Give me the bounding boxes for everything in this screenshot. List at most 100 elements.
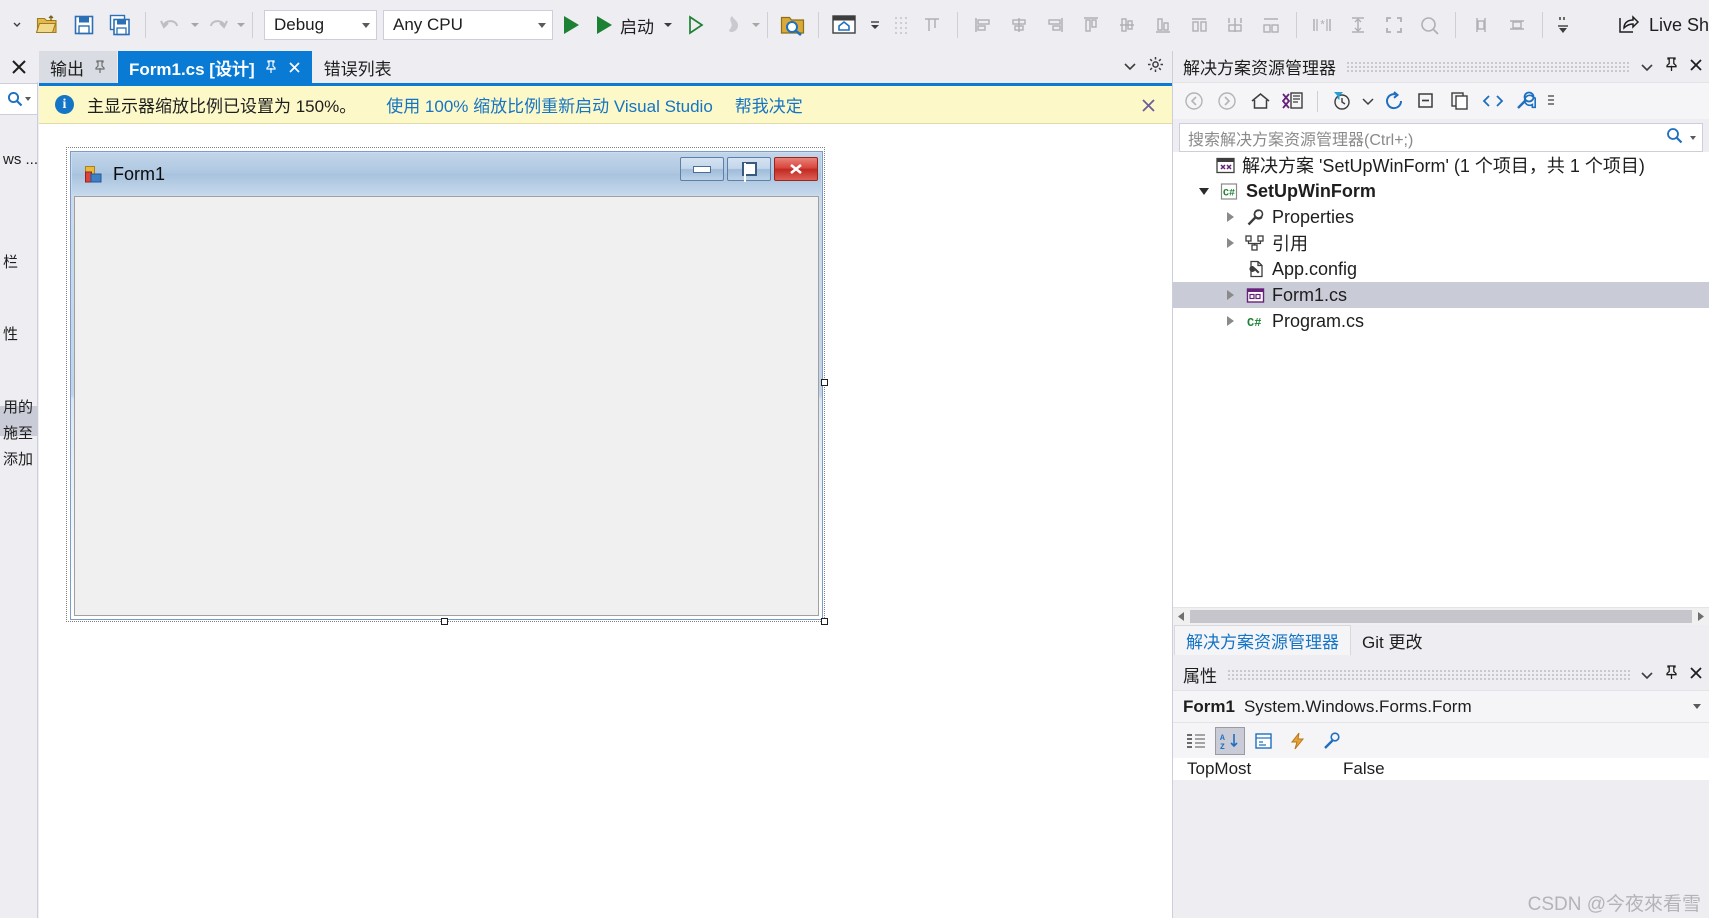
properties-grid[interactable]: TopMost False <box>1173 758 1709 780</box>
open-file-icon[interactable] <box>30 5 66 45</box>
center-horizontally-icon[interactable] <box>1463 5 1499 45</box>
property-row[interactable]: TopMost False <box>1173 758 1709 780</box>
form-client-area[interactable] <box>74 196 819 616</box>
tab-form1-designer[interactable]: Form1.cs [设计] <box>118 51 313 83</box>
pending-changes-filter-icon[interactable] <box>1327 86 1357 116</box>
vertical-spacing-icon[interactable] <box>1340 5 1376 45</box>
categorized-icon[interactable] <box>1181 727 1211 755</box>
expander-right-icon[interactable] <box>1217 212 1243 222</box>
tab-error-list[interactable]: 错误列表 <box>312 51 404 83</box>
tree-item-references[interactable]: 引用 <box>1173 230 1709 256</box>
tree-item-program-cs[interactable]: C# Program.cs <box>1173 308 1709 334</box>
redo-icon[interactable] <box>199 5 235 45</box>
undo-dropdown-arrow[interactable] <box>191 23 199 27</box>
rail-search-box[interactable] <box>0 83 38 115</box>
collapse-all-icon[interactable] <box>1412 86 1442 116</box>
chevron-down-icon[interactable] <box>1360 86 1376 116</box>
dock-tab-git-changes[interactable]: Git 更改 <box>1351 625 1433 655</box>
horizontal-spacing-icon[interactable]: * <box>1304 5 1340 45</box>
align-lefts-icon[interactable] <box>965 5 1001 45</box>
tree-item-properties[interactable]: Properties <box>1173 204 1709 230</box>
toolbox-grid-icon[interactable] <box>888 5 914 45</box>
toolbar-overflow-button[interactable] <box>1550 5 1576 45</box>
form-design-surface[interactable]: Form1 <box>66 147 828 625</box>
make-same-size-icon[interactable] <box>1253 5 1289 45</box>
size-to-fit-icon[interactable] <box>1376 5 1412 45</box>
solution-configuration-combo[interactable]: Debug <box>264 10 377 40</box>
dock-tab-solution-explorer[interactable]: 解决方案资源管理器 <box>1174 625 1351 655</box>
minimize-button[interactable] <box>680 157 724 181</box>
make-same-width-icon[interactable] <box>1181 5 1217 45</box>
run-without-debugging-icon[interactable] <box>553 5 589 45</box>
close-notification-icon[interactable] <box>1138 95 1158 115</box>
rail-close-button[interactable] <box>0 51 38 82</box>
hscroll-thumb[interactable] <box>1190 610 1692 623</box>
toolbar-left-overflow[interactable] <box>4 5 30 45</box>
close-icon[interactable] <box>1689 665 1703 685</box>
tree-item-app-config[interactable]: App.config <box>1173 256 1709 282</box>
expander-right-icon[interactable] <box>1217 290 1243 300</box>
hot-reload-dropdown-arrow[interactable] <box>752 23 760 27</box>
undo-icon[interactable] <box>153 5 189 45</box>
align-middles-icon[interactable] <box>1109 5 1145 45</box>
property-pages-icon[interactable] <box>1317 727 1347 755</box>
tree-item-solution[interactable]: 解决方案 'SetUpWinForm' (1 个项目，共 1 个项目) <box>1173 152 1709 178</box>
start-dropdown-arrow[interactable] <box>664 23 672 27</box>
gear-icon[interactable] <box>1147 56 1164 78</box>
start-without-debugging-icon[interactable] <box>678 5 714 45</box>
panel-menu-icon[interactable] <box>1640 665 1654 685</box>
tree-item-form1-cs[interactable]: Form1.cs <box>1173 282 1709 308</box>
hot-reload-icon[interactable] <box>714 5 750 45</box>
help-me-decide-link[interactable]: 帮我决定 <box>735 92 803 117</box>
close-button[interactable] <box>774 157 818 181</box>
align-bottoms-icon[interactable] <box>1145 5 1181 45</box>
forward-icon[interactable] <box>1212 86 1242 116</box>
property-value[interactable]: False <box>1343 759 1385 779</box>
properties-wrench-icon[interactable] <box>1511 86 1541 116</box>
panel-drag-grip[interactable] <box>1346 61 1630 72</box>
properties-object-selector[interactable]: Form1 System.Windows.Forms.Form <box>1173 690 1709 722</box>
events-icon[interactable] <box>1283 727 1313 755</box>
save-icon[interactable] <box>66 5 102 45</box>
close-icon[interactable] <box>1689 57 1703 77</box>
maximize-button[interactable] <box>727 157 771 182</box>
chevron-down-icon[interactable] <box>1693 704 1701 709</box>
start-page-dropdown[interactable] <box>862 5 888 45</box>
properties-page-icon[interactable] <box>1249 727 1279 755</box>
redo-dropdown-arrow[interactable] <box>237 23 245 27</box>
expander-right-icon[interactable] <box>1217 238 1243 248</box>
align-centers-icon[interactable] <box>1001 5 1037 45</box>
start-debug-button[interactable]: 启动 <box>589 7 678 43</box>
form-preview-window[interactable]: Form1 <box>70 151 823 620</box>
alphabetical-icon[interactable]: A Z <box>1215 726 1245 755</box>
tab-list-dropdown-icon[interactable] <box>1123 58 1137 76</box>
resize-handle-bottom[interactable] <box>441 618 448 625</box>
make-same-height-icon[interactable] <box>1217 5 1253 45</box>
center-vertically-icon[interactable] <box>1499 5 1535 45</box>
search-in-folder-icon[interactable] <box>775 5 811 45</box>
start-page-icon[interactable] <box>826 5 862 45</box>
pin-icon[interactable] <box>1665 56 1678 77</box>
expander-down-icon[interactable] <box>1191 187 1217 195</box>
save-all-icon[interactable] <box>102 5 138 45</box>
pin-icon[interactable] <box>94 60 106 74</box>
solution-explorer-search-input[interactable]: 搜索解决方案资源管理器(Ctrl+;) <box>1179 123 1703 152</box>
tab-output[interactable]: 输出 <box>39 51 118 83</box>
pin-icon[interactable] <box>265 60 278 74</box>
solution-explorer-hscrollbar[interactable] <box>1173 607 1709 625</box>
solution-platform-combo[interactable]: Any CPU <box>383 10 553 40</box>
sync-with-active-document-icon[interactable] <box>1278 86 1308 116</box>
expander-right-icon[interactable] <box>1217 316 1243 326</box>
solution-explorer-tree[interactable]: 解决方案 'SetUpWinForm' (1 个项目，共 1 个项目) C# S… <box>1173 152 1709 607</box>
overflow-icon[interactable] <box>1544 86 1558 116</box>
align-to-grid-icon[interactable] <box>914 5 950 45</box>
align-rights-icon[interactable] <box>1037 5 1073 45</box>
view-code-icon[interactable] <box>1478 86 1508 116</box>
pin-icon[interactable] <box>1665 664 1678 685</box>
scroll-left-icon[interactable] <box>1173 611 1190 622</box>
resize-handle-bottom-right[interactable] <box>821 618 828 625</box>
live-share-button[interactable]: Live Share <box>1610 7 1709 43</box>
form-designer-canvas[interactable]: Form1 <box>39 124 1172 918</box>
resize-handle-right[interactable] <box>821 379 828 386</box>
show-all-files-icon[interactable] <box>1445 86 1475 116</box>
